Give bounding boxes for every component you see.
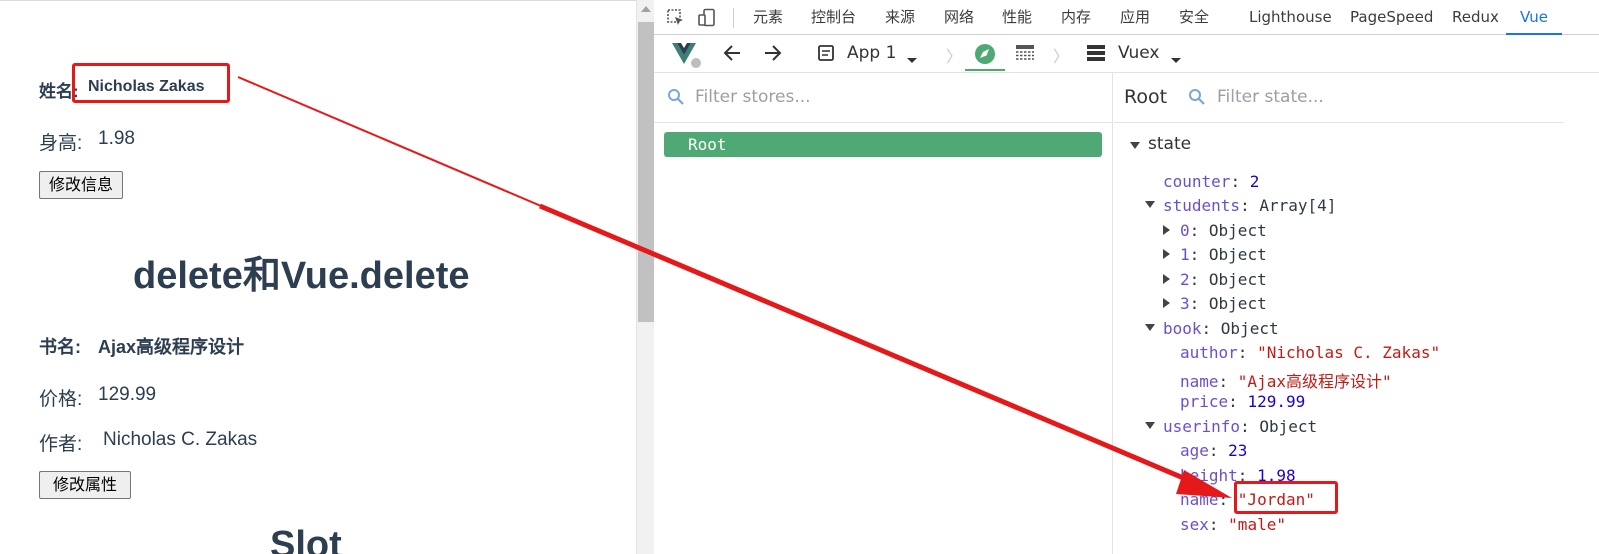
search-icon bbox=[667, 88, 685, 110]
search-icon-state bbox=[1188, 88, 1206, 110]
devtools-panel: 元素 控制台 来源 网络 性能 内存 应用 安全 Lighthouse Page… bbox=[654, 0, 1599, 554]
state-header-row: Root Filter state... bbox=[1114, 73, 1599, 123]
rendered-page: 姓名: Nicholas Zakas 身高: 1.98 修改信息 delete和… bbox=[0, 0, 636, 554]
filter-stores-input[interactable]: Filter stores... bbox=[695, 87, 811, 107]
book-value: Ajax高级程序设计 bbox=[98, 337, 245, 357]
vuex-dropdown-caret-icon[interactable] bbox=[1170, 50, 1182, 69]
state-pane-title: Root bbox=[1124, 86, 1168, 108]
vue-devtools-toolbar: App 1 〉 〉 Vuex bbox=[654, 35, 1599, 73]
book-label: 书名: bbox=[39, 337, 81, 357]
back-arrow-icon[interactable] bbox=[722, 43, 744, 67]
vuex-list-icon[interactable] bbox=[1086, 44, 1106, 66]
timeline-grid-icon[interactable] bbox=[1015, 44, 1035, 66]
expand-userinfo-icon[interactable] bbox=[1145, 422, 1155, 429]
tab-security[interactable]: 安全 bbox=[1179, 0, 1209, 35]
filter-stores-row[interactable]: Filter stores... bbox=[654, 73, 1112, 123]
tab-vue[interactable]: Vue bbox=[1506, 0, 1562, 35]
expand-student-1-icon[interactable] bbox=[1163, 249, 1170, 259]
height-label: 身高: bbox=[39, 133, 83, 154]
tab-sources[interactable]: 来源 bbox=[885, 0, 915, 35]
tab-elements[interactable]: 元素 bbox=[753, 0, 783, 35]
expand-student-0-icon[interactable] bbox=[1163, 225, 1170, 235]
scroll-up-arrow-icon[interactable] bbox=[641, 6, 651, 12]
state-row-userinfo-age: age: 23 bbox=[1180, 441, 1248, 460]
annotation-box-name bbox=[72, 63, 230, 103]
edit-info-button[interactable]: 修改信息 bbox=[39, 171, 124, 199]
devtools-tabbar: 元素 控制台 来源 网络 性能 内存 应用 安全 Lighthouse Page… bbox=[654, 0, 1599, 35]
state-row-student-0[interactable]: 0: Object bbox=[1180, 221, 1267, 240]
filter-state-input[interactable]: Filter state... bbox=[1217, 87, 1324, 107]
state-row-book-author: author: "Nicholas C. Zakas" bbox=[1180, 343, 1441, 362]
height-value: 1.98 bbox=[98, 128, 135, 149]
state-row-students[interactable]: students: Array[4] bbox=[1163, 196, 1336, 215]
toolbar-divider bbox=[733, 8, 734, 28]
state-row-book-price: price: 129.99 bbox=[1180, 392, 1306, 411]
tab-console[interactable]: 控制台 bbox=[811, 0, 856, 35]
expand-state-icon[interactable] bbox=[1130, 142, 1140, 149]
section-title-delete: delete和Vue.delete bbox=[133, 255, 470, 297]
state-row-userinfo[interactable]: userinfo: Object bbox=[1163, 417, 1317, 436]
state-row-book-name: name: "Ajax高级程序设计" bbox=[1180, 372, 1392, 391]
tab-application[interactable]: 应用 bbox=[1120, 0, 1150, 35]
author-label: 作者: bbox=[39, 434, 83, 455]
app-selector-icon[interactable] bbox=[817, 44, 835, 66]
state-pane: Root Filter state... state counter: 2 st… bbox=[1114, 73, 1599, 554]
price-value: 129.99 bbox=[98, 384, 157, 405]
expand-students-icon[interactable] bbox=[1145, 201, 1155, 208]
forward-arrow-icon[interactable] bbox=[761, 43, 783, 67]
expand-student-3-icon[interactable] bbox=[1163, 298, 1170, 308]
price-label: 价格: bbox=[39, 389, 83, 410]
expand-student-2-icon[interactable] bbox=[1163, 274, 1170, 284]
state-row-book[interactable]: book: Object bbox=[1163, 319, 1279, 338]
chevron-right-icon-2: 〉 bbox=[1053, 47, 1070, 66]
state-row-student-1[interactable]: 1: Object bbox=[1180, 245, 1267, 264]
tab-memory[interactable]: 内存 bbox=[1061, 0, 1091, 35]
tab-performance[interactable]: 性能 bbox=[1002, 0, 1032, 35]
device-toolbar-icon[interactable] bbox=[697, 8, 717, 32]
state-row-userinfo-sex: sex: "male" bbox=[1180, 515, 1286, 534]
edit-attr-button[interactable]: 修改属性 bbox=[39, 471, 132, 499]
state-row-counter: counter: 2 bbox=[1163, 172, 1260, 191]
tab-lighthouse[interactable]: Lighthouse bbox=[1249, 0, 1332, 35]
devtools-right-gutter bbox=[1564, 73, 1599, 554]
author-value: Nicholas C. Zakas bbox=[103, 429, 258, 450]
tab-pagespeed[interactable]: PageSpeed bbox=[1350, 0, 1433, 35]
section-title-slot: Slot bbox=[270, 524, 342, 554]
scrollbar-thumb[interactable] bbox=[638, 22, 654, 322]
state-row-student-2[interactable]: 2: Object bbox=[1180, 270, 1267, 289]
components-compass-icon[interactable] bbox=[974, 43, 996, 69]
expand-book-icon[interactable] bbox=[1145, 324, 1155, 331]
store-item-root[interactable]: Root bbox=[664, 132, 1102, 157]
chevron-right-icon: 〉 bbox=[946, 47, 963, 66]
annotation-box-jordan bbox=[1234, 481, 1338, 514]
app-selector[interactable]: App 1 bbox=[847, 43, 896, 63]
app-dropdown-caret-icon[interactable] bbox=[906, 50, 918, 69]
tab-network[interactable]: 网络 bbox=[944, 0, 974, 35]
state-row-student-3[interactable]: 3: Object bbox=[1180, 294, 1267, 313]
state-section-label: state bbox=[1148, 134, 1192, 154]
tab-redux[interactable]: Redux bbox=[1452, 0, 1499, 35]
vue-logo-icon bbox=[670, 40, 702, 74]
inspect-element-icon[interactable] bbox=[666, 8, 686, 32]
vuex-selector[interactable]: Vuex bbox=[1118, 43, 1159, 63]
page-scrollbar[interactable] bbox=[636, 0, 654, 554]
stores-pane: Filter stores... Root bbox=[654, 73, 1113, 554]
active-view-underline bbox=[965, 69, 1005, 71]
